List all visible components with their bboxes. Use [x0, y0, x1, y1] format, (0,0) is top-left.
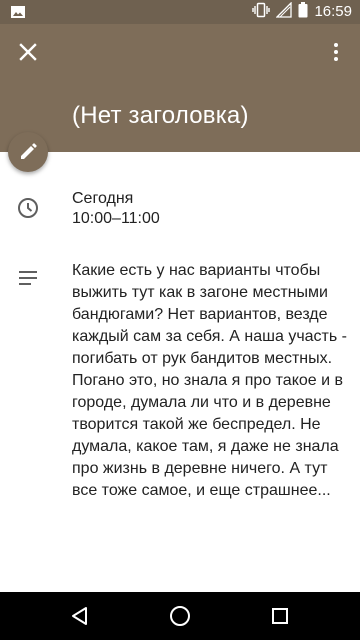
clock-time: 16:59 [314, 3, 352, 20]
close-button[interactable] [14, 38, 42, 66]
more-vert-icon [334, 43, 338, 61]
event-header: (Нет заголовка) [0, 24, 360, 152]
recents-icon [272, 608, 288, 624]
close-icon [19, 43, 37, 61]
event-time-range: 10:00–11:00 [72, 210, 160, 227]
event-description: Какие есть у нас варианты чтобы выжить т… [72, 262, 347, 499]
vibrate-icon [252, 2, 271, 21]
home-icon [170, 606, 190, 626]
edit-button[interactable] [8, 132, 48, 172]
event-title: (Нет заголовка) [72, 102, 249, 129]
event-date: Сегодня [72, 190, 134, 207]
back-icon [72, 607, 87, 625]
recents-button[interactable] [268, 604, 292, 628]
notes-icon [16, 266, 40, 290]
status-bar: 16:59 [0, 0, 360, 24]
image-notification-icon [10, 4, 26, 25]
event-time: Сегодня 10:00–11:00 [72, 189, 160, 229]
pencil-icon [21, 143, 37, 159]
navigation-bar [0, 592, 360, 640]
more-options-button[interactable] [324, 40, 348, 64]
home-button[interactable] [168, 604, 192, 628]
back-button[interactable] [68, 604, 92, 628]
clock-icon [16, 196, 40, 220]
no-signal-icon [275, 1, 293, 21]
battery-icon [298, 2, 308, 21]
